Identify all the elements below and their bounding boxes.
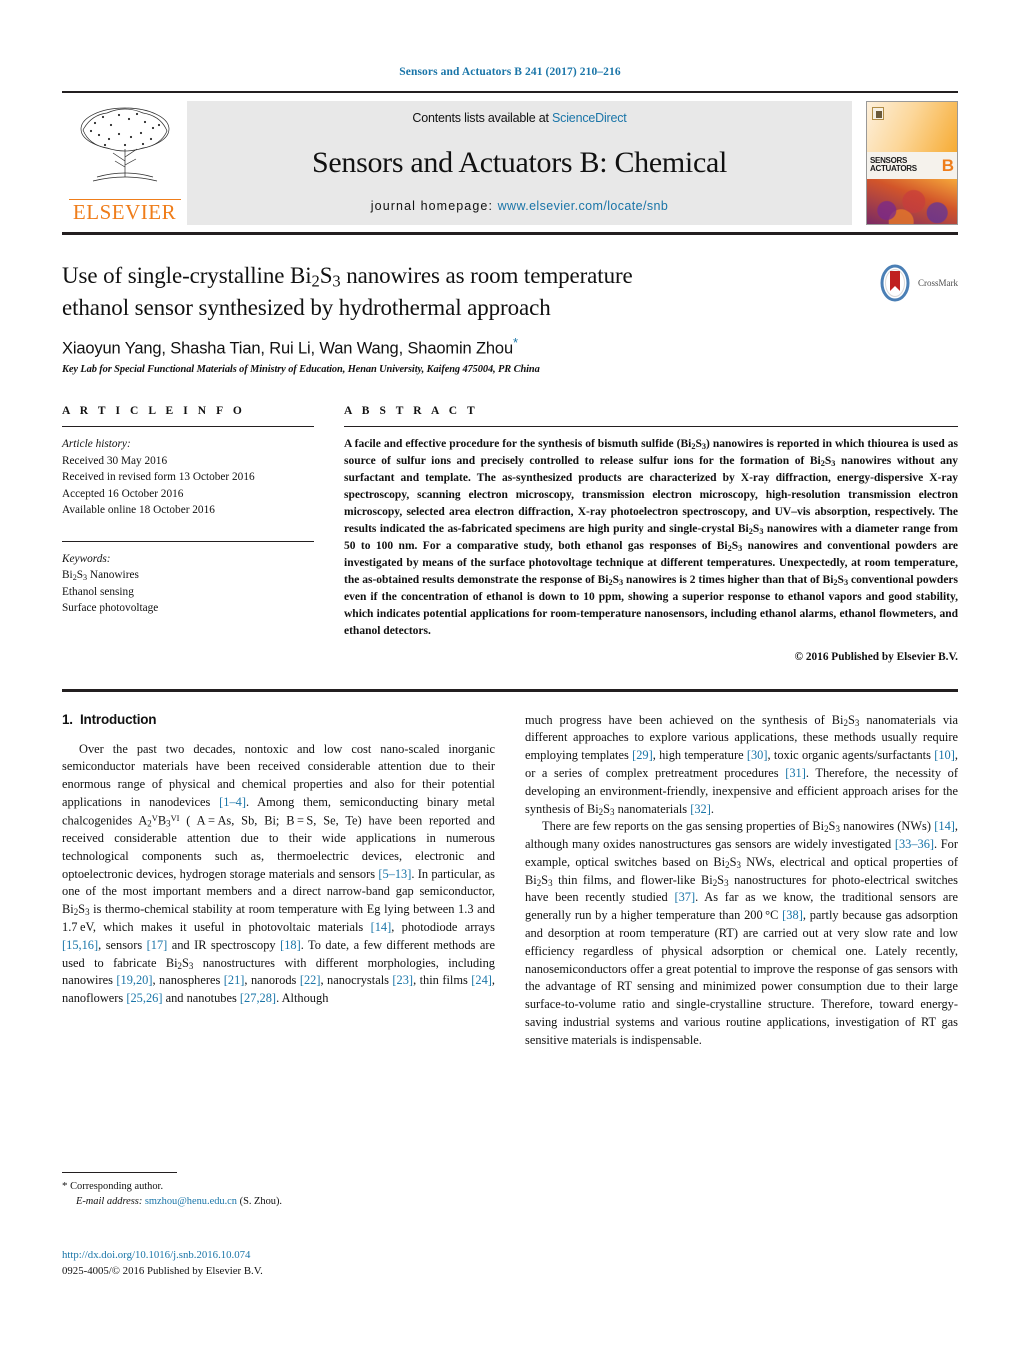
crossmark-badge[interactable]: CrossMark — [872, 261, 958, 375]
corresponding-author-marker: * — [512, 334, 518, 350]
keywords-block: Keywords: Bi2S3 Nanowires Ethanol sensin… — [62, 551, 314, 617]
citation-18[interactable]: [18] — [280, 938, 301, 952]
abstract-copyright: © 2016 Published by Elsevier B.V. — [794, 650, 958, 663]
history-label: Article history: — [62, 438, 131, 451]
citation-19-20[interactable]: [19,20] — [116, 973, 152, 987]
crossmark-label: CrossMark — [918, 278, 958, 288]
citation-29[interactable]: [29] — [632, 748, 653, 762]
title-line-1: Use of single-crystalline Bi2S3 nanowire… — [62, 263, 633, 291]
article-info-heading: A R T I C L E I N F O — [62, 405, 246, 418]
title-block: Use of single-crystalline Bi2S3 nanowire… — [62, 261, 958, 375]
citation-14b[interactable]: [14] — [934, 819, 955, 833]
masthead-center: Contents lists available at ScienceDirec… — [187, 101, 852, 225]
abstract-column: A B S T R A C T A facile and effective p… — [344, 405, 958, 663]
info-abstract-section: A R T I C L E I N F O Article history: R… — [62, 405, 958, 663]
footnote-star: * — [62, 1180, 68, 1192]
citation-14[interactable]: [14] — [371, 920, 392, 934]
journal-masthead: ELSEVIER Contents lists available at Sci… — [62, 91, 958, 225]
citation-38[interactable]: [38] — [782, 908, 803, 922]
cover-corner-mark — [872, 107, 884, 120]
journal-title: Sensors and Actuators B: Chemical — [311, 145, 728, 179]
body-column-left: 1. Introduction Over the past two decades… — [62, 712, 495, 1050]
elsevier-logo: ELSEVIER — [62, 101, 187, 225]
cover-bottom-art — [867, 178, 957, 224]
article-page: Sensors and Actuators B 241 (2017) 210–2… — [0, 0, 1020, 1351]
footnote-email-line: E-mail address: smzhou@henu.edu.cn (S. Z… — [62, 1195, 482, 1210]
cover-line2: ACTUATORS — [870, 164, 917, 174]
citation-1-4[interactable]: [1–4] — [219, 795, 246, 809]
doi-link[interactable]: http://dx.doi.org/10.1016/j.snb.2016.10.… — [62, 1249, 250, 1261]
journal-homepage-line: journal homepage: www.elsevier.com/locat… — [371, 199, 668, 213]
citation-23[interactable]: [23] — [392, 973, 413, 987]
keyword-0: Bi2S3 Nanowires — [62, 569, 139, 583]
article-info-rule-top — [62, 426, 314, 428]
history-item-1: Received in revised form 13 October 2016 — [62, 471, 255, 484]
journal-cover-thumbnail: SENSORS ACTUATORS B — [866, 101, 958, 225]
masthead-bottom-rule — [62, 232, 958, 235]
section-divider-rule — [62, 688, 958, 692]
citation-30[interactable]: [30] — [747, 748, 768, 762]
section-number: 1. — [62, 711, 73, 727]
journal-homepage-link[interactable]: www.elsevier.com/locate/snb — [498, 199, 669, 213]
elsevier-tree-icon — [80, 107, 169, 182]
footnote-corresponding-author: * Corresponding author. — [62, 1179, 482, 1195]
citation-17[interactable]: [17] — [147, 938, 168, 952]
history-item-3: Available online 18 October 2016 — [62, 504, 215, 517]
citation-22[interactable]: [22] — [300, 973, 321, 987]
intro-paragraph-2: There are few reports on the gas sensing… — [525, 819, 959, 1047]
abstract-text: A facile and effective procedure for the… — [344, 438, 958, 637]
sciencedirect-link[interactable]: ScienceDirect — [552, 111, 627, 125]
citation-25-26[interactable]: [25,26] — [126, 991, 162, 1005]
cover-title-text: SENSORS ACTUATORS — [870, 156, 917, 174]
authors-names: Xiaoyun Yang, Shasha Tian, Rui Li, Wan W… — [62, 339, 513, 358]
footnote-email-suffix: (S. Zhou). — [239, 1195, 283, 1207]
title-line-2: ethanol sensor synthesized by hydrotherm… — [62, 294, 551, 320]
body-columns: 1. Introduction Over the past two decades… — [62, 712, 958, 1050]
section-title: Introduction — [80, 711, 157, 727]
keyword-2: Surface photovoltage — [62, 602, 159, 615]
contents-available-line: Contents lists available at ScienceDirec… — [412, 111, 626, 125]
citation-21[interactable]: [21] — [224, 973, 245, 987]
running-head: Sensors and Actuators B 241 (2017) 210–2… — [399, 66, 621, 78]
homepage-prefix: journal homepage: — [370, 199, 494, 213]
footnote-email-label: E-mail address: — [76, 1195, 143, 1207]
article-info-rule-mid — [62, 540, 314, 542]
citation-32[interactable]: [32] — [690, 802, 711, 816]
crossmark-icon — [880, 264, 910, 302]
footnote-block: * Corresponding author. E-mail address: … — [62, 1172, 482, 1210]
affiliation: Key Lab for Special Functional Materials… — [62, 364, 540, 376]
page-title: Use of single-crystalline Bi2S3 nanowire… — [62, 261, 852, 323]
elsevier-wordmark: ELSEVIER — [68, 199, 181, 223]
issn-copyright-line: 0925-4005/© 2016 Published by Elsevier B… — [62, 1264, 263, 1277]
abstract-rule-top — [344, 426, 958, 428]
citation-27-28[interactable]: [27,28] — [240, 991, 276, 1005]
history-item-2: Accepted 16 October 2016 — [62, 487, 184, 500]
citation-24[interactable]: [24] — [471, 973, 492, 987]
citation-31[interactable]: [31] — [785, 766, 806, 780]
citation-33-36[interactable]: [33–36] — [895, 837, 934, 851]
intro-paragraph-1-continued: much progress have been achieved on the … — [525, 712, 959, 817]
article-info-column: A R T I C L E I N F O Article history: R… — [62, 405, 314, 662]
cover-letter-b: B — [941, 155, 954, 175]
keyword-1: Ethanol sensing — [62, 585, 134, 598]
citation-5-13[interactable]: [5–13] — [378, 867, 411, 881]
citation-15-16[interactable]: [15,16] — [62, 938, 98, 952]
body-column-right: much progress have been achieved on the … — [525, 712, 958, 1050]
abstract-heading: A B S T R A C T — [344, 405, 479, 418]
page-footer: http://dx.doi.org/10.1016/j.snb.2016.10.… — [62, 1248, 522, 1279]
footnote-rule — [62, 1172, 177, 1173]
author-email-link[interactable]: smzhou@henu.edu.cn — [145, 1196, 237, 1207]
citation-10[interactable]: [10] — [934, 748, 955, 762]
footnote-corresponding-text: Corresponding author. — [70, 1181, 164, 1192]
citation-37[interactable]: [37] — [674, 890, 695, 904]
history-item-0: Received 30 May 2016 — [62, 454, 168, 467]
section-heading-introduction: 1. Introduction — [62, 712, 495, 727]
intro-paragraph-1: Over the past two decades, nontoxic and … — [62, 741, 496, 1006]
article-history: Article history: Received 30 May 2016 Re… — [62, 436, 314, 518]
contents-prefix: Contents lists available at — [412, 111, 553, 125]
author-list: Xiaoyun Yang, Shasha Tian, Rui Li, Wan W… — [62, 335, 852, 359]
keywords-label: Keywords: — [62, 552, 111, 565]
cover-title-band: SENSORS ACTUATORS B — [867, 152, 957, 179]
